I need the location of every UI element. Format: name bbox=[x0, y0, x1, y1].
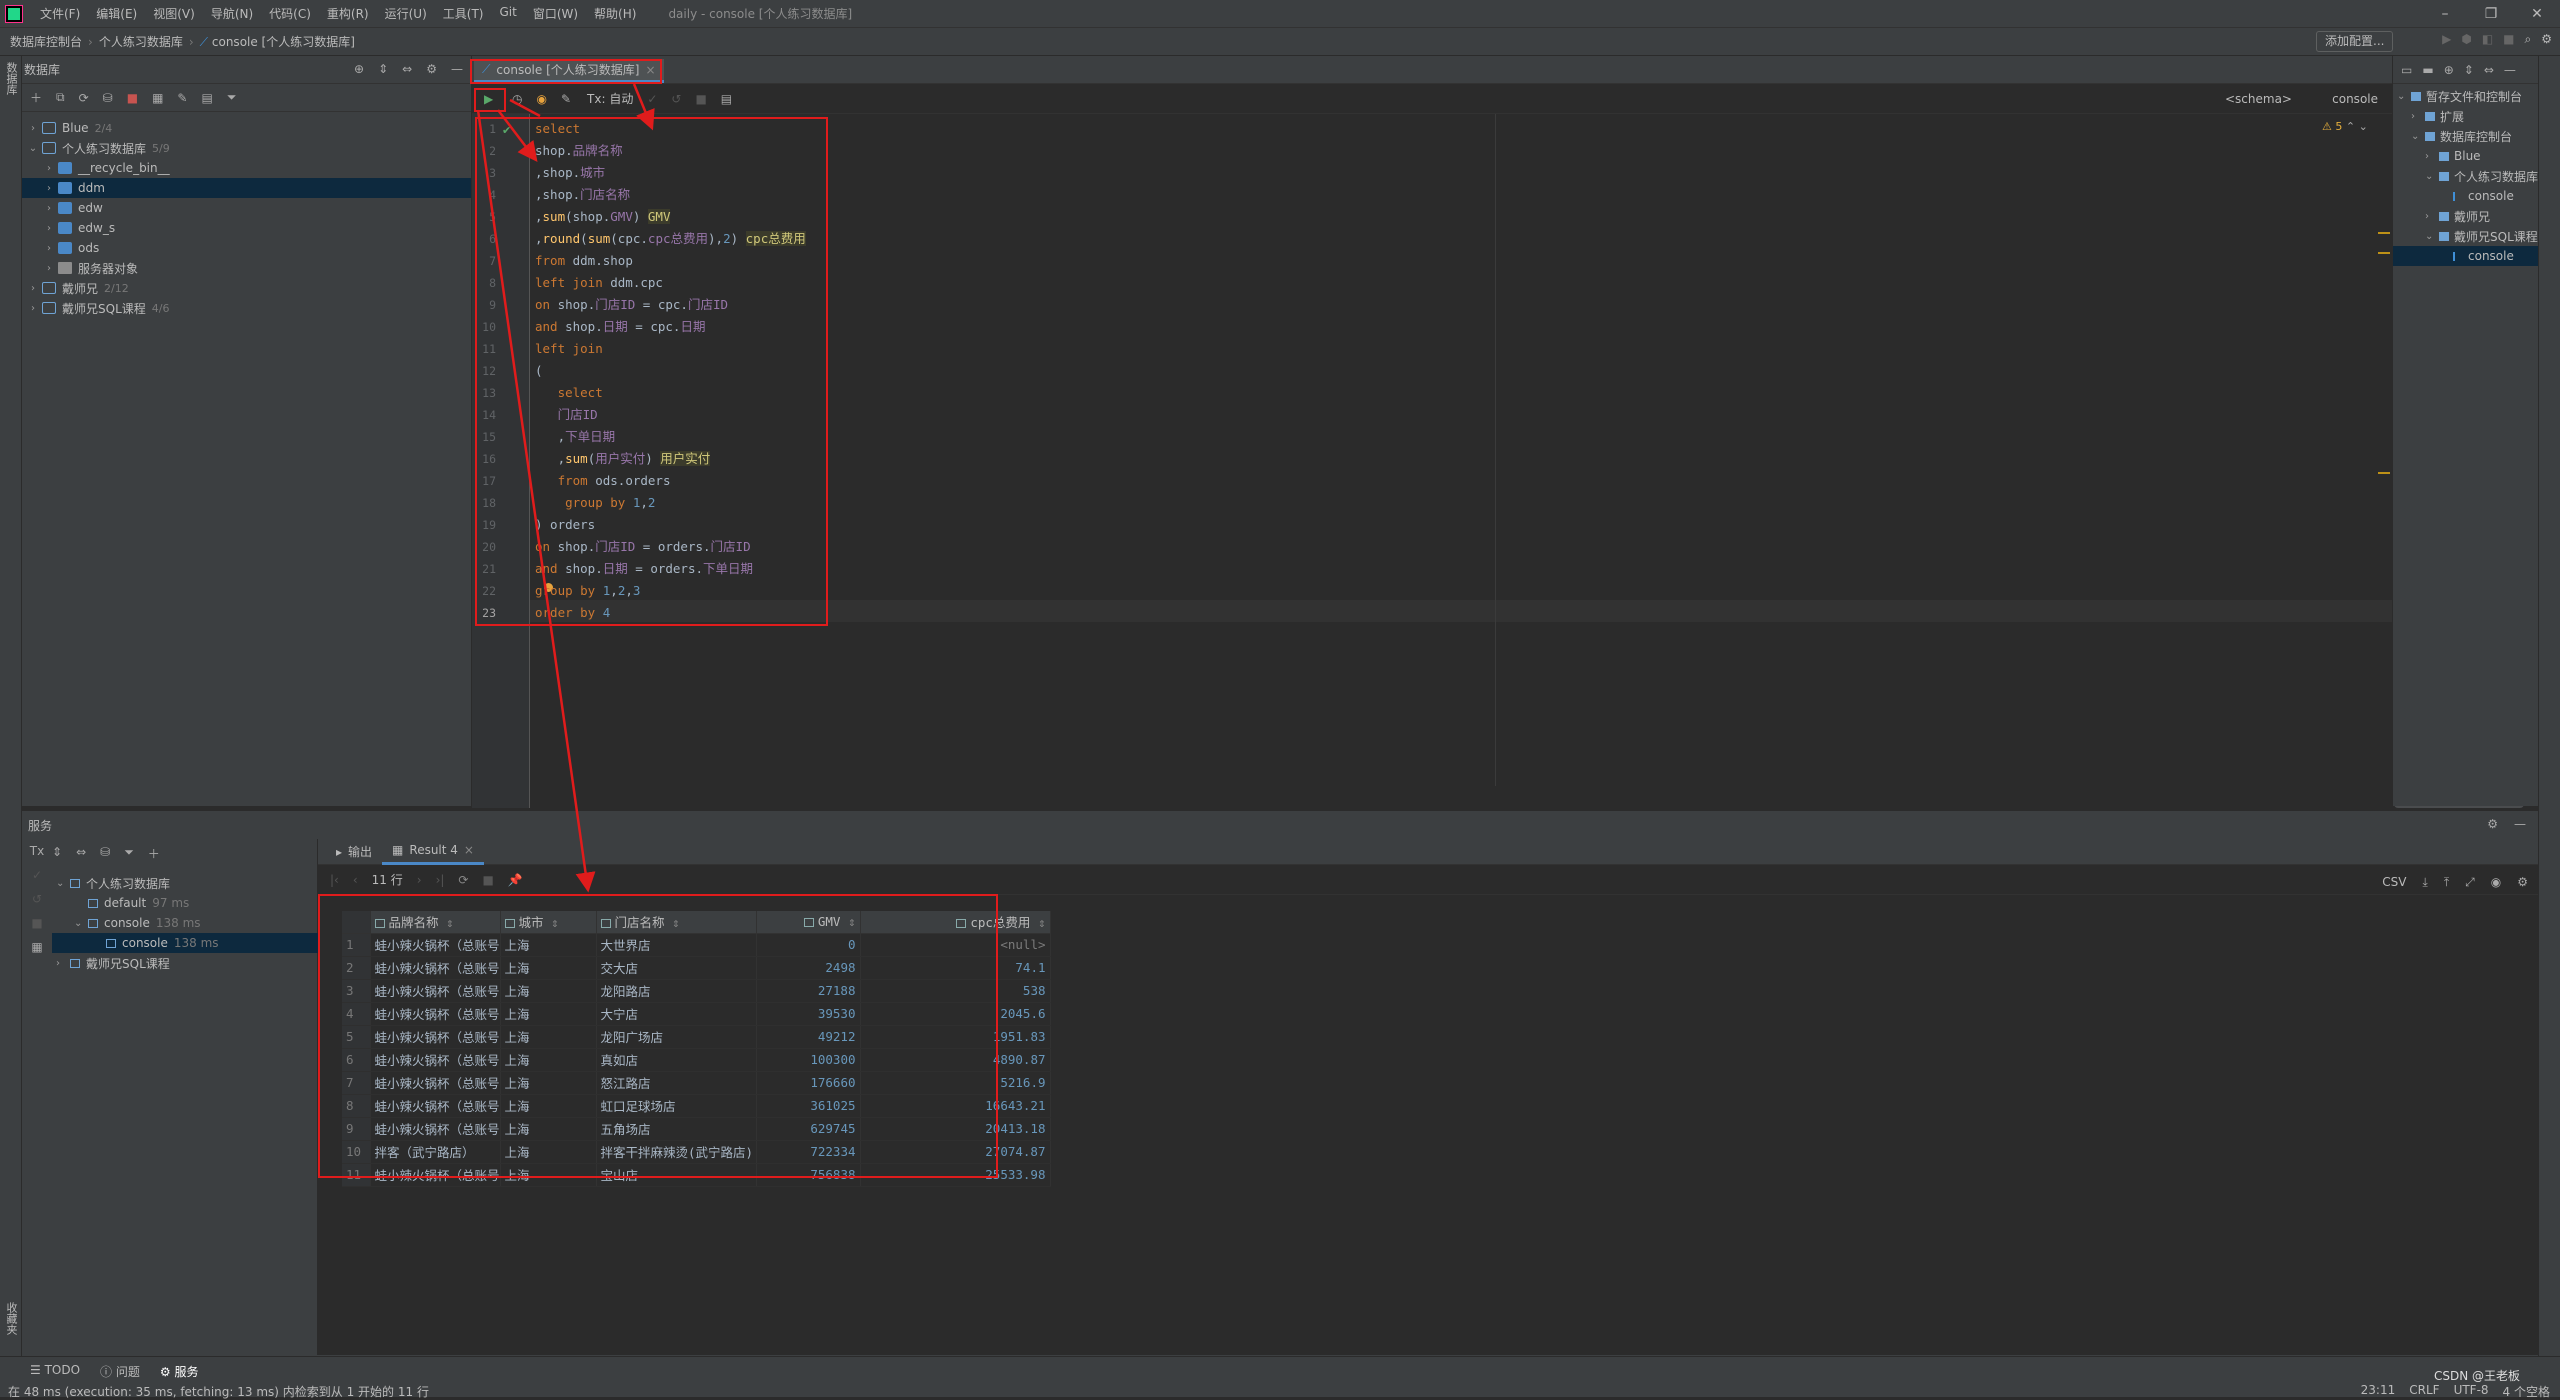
problems-label: 问题 bbox=[115, 1365, 140, 1379]
annotation-arrows bbox=[476, 83, 655, 893]
indent-setting[interactable]: 4 个空格 bbox=[2503, 1383, 2550, 1400]
watermark: CSDN @王老板 bbox=[2433, 1369, 2520, 1383]
file-encoding[interactable]: UTF-8 bbox=[2454, 1383, 2489, 1400]
arrow-run-to-result bbox=[476, 109, 596, 893]
todo-label: TODO bbox=[44, 1363, 81, 1377]
problems-tab[interactable]: ⓘ 问题 bbox=[100, 1363, 140, 1380]
services-tab[interactable]: ⚙ 服务 bbox=[160, 1363, 199, 1380]
line-separator[interactable]: CRLF bbox=[2409, 1383, 2439, 1400]
services-label: 服务 bbox=[174, 1365, 199, 1379]
status-bar: ☰ TODO ⓘ 问题 ⚙ 服务 CSDN @王老板 在 48 ms (exec… bbox=[0, 1356, 2560, 1400]
arrow-run-to-code bbox=[497, 109, 538, 162]
arrow-run-side bbox=[509, 98, 541, 118]
arrow-tab-to-code bbox=[632, 83, 655, 131]
status-info: 23:11 CRLF UTF-8 4 个空格 bbox=[2361, 1383, 2550, 1400]
todo-tab[interactable]: ☰ TODO bbox=[30, 1363, 80, 1380]
status-message: 在 48 ms (execution: 35 ms, fetching: 13 … bbox=[8, 1385, 429, 1399]
bottom-tool-tabs: ☰ TODO ⓘ 问题 ⚙ 服务 bbox=[30, 1363, 198, 1380]
caret-position[interactable]: 23:11 bbox=[2361, 1383, 2396, 1400]
